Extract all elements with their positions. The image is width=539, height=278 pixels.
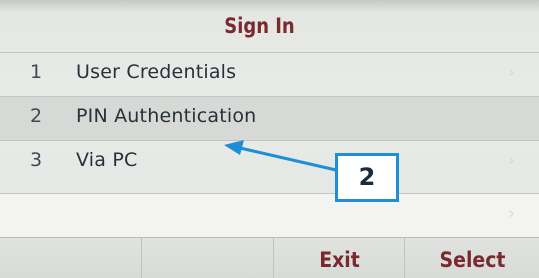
annotation-callout: 2 [335, 153, 399, 202]
annotation-arrow [224, 140, 337, 172]
phone-screen: Sign In 1 User Credentials › 2 PIN Authe… [0, 0, 539, 278]
